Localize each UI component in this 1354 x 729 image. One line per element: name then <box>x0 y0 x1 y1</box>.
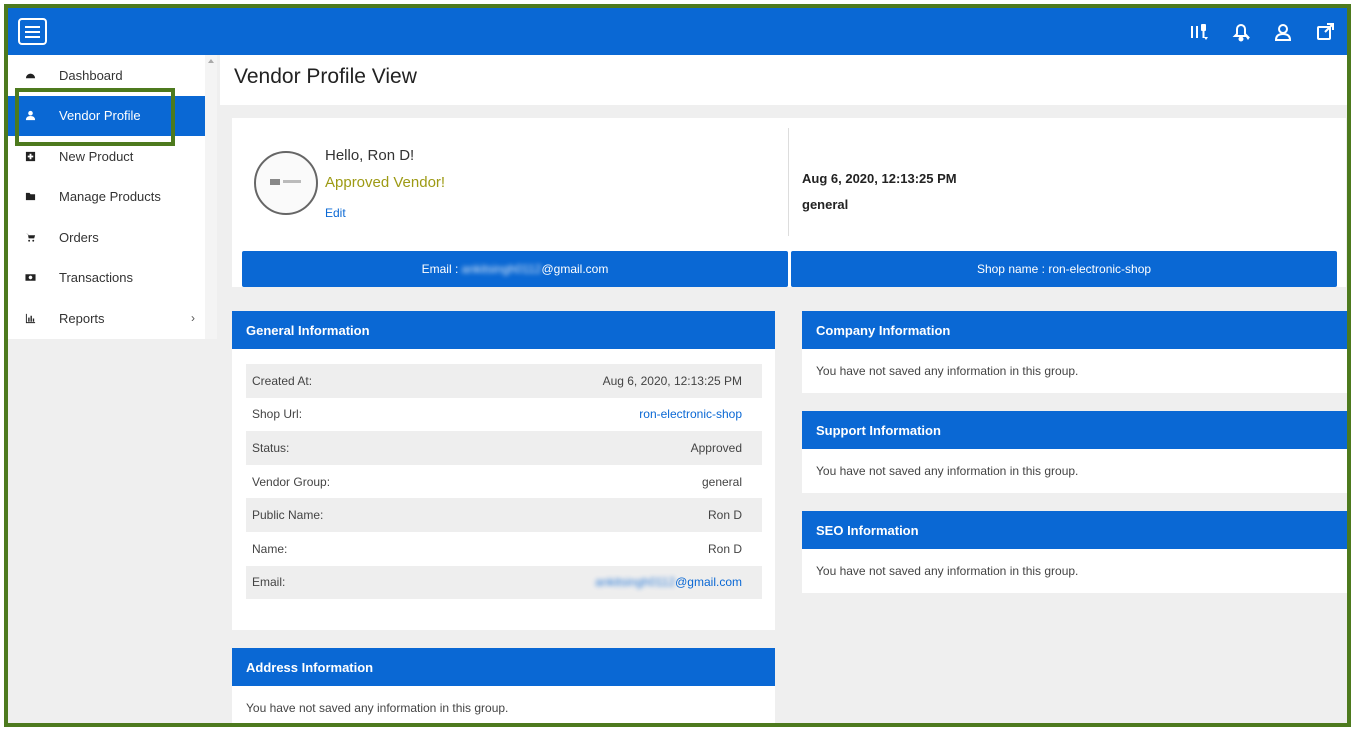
sidebar-item-label: Reports <box>59 310 105 326</box>
shop-name-bar: Shop name : ron-electronic-shop <box>791 251 1337 287</box>
panel-title: Support Information <box>802 411 1347 449</box>
table-row: Vendor Group: general <box>246 465 762 499</box>
row-value: Ron D <box>707 541 742 556</box>
table-row: Shop Url: ron-electronic-shop <box>246 398 762 432</box>
top-navbar <box>8 8 1347 55</box>
sidebar-item-label: Transactions <box>59 270 133 286</box>
app-frame: Dashboard Vendor Profile New Product Man… <box>4 4 1351 727</box>
sidebar-item-label: Orders <box>59 229 99 245</box>
empty-message: You have not saved any information in th… <box>816 464 1079 478</box>
email-domain: @gmail.com <box>675 575 742 590</box>
sidebar: Dashboard Vendor Profile New Product Man… <box>8 55 205 339</box>
table-row: Public Name: Ron D <box>246 498 762 532</box>
divider <box>788 128 789 236</box>
sidebar-item-label: New Product <box>59 148 134 164</box>
row-label: Email: <box>252 575 286 590</box>
profile-group: general <box>802 197 849 212</box>
sidebar-item-label: Dashboard <box>59 67 123 83</box>
sidebar-item-orders[interactable]: Orders <box>8 217 205 258</box>
money-icon <box>24 272 36 284</box>
panel-title: SEO Information <box>802 511 1347 549</box>
shop-url-link[interactable]: ron-electronic-shop <box>639 407 742 421</box>
email-blurred: ankitsingh0112 <box>595 575 676 590</box>
bar-chart-icon <box>24 312 36 324</box>
empty-message: You have not saved any information in th… <box>816 564 1079 578</box>
dashboard-icon <box>24 69 36 81</box>
sidebar-item-label: Vendor Profile <box>59 108 141 124</box>
sidebar-item-reports[interactable]: Reports › <box>8 298 205 339</box>
shop-name: Shop name : ron-electronic-shop <box>976 262 1152 276</box>
profile-card: Hello, Ron D! Approved Vendor! Edit Aug … <box>232 118 1346 287</box>
chevron-right-icon: › <box>191 311 195 326</box>
page-header: Vendor Profile View <box>220 55 1347 105</box>
empty-message: You have not saved any information in th… <box>246 701 509 715</box>
row-label: Created At: <box>252 373 313 388</box>
hamburger-icon[interactable] <box>18 18 47 45</box>
row-value: Aug 6, 2020, 12:13:25 PM <box>602 373 742 388</box>
row-label: Public Name: <box>252 508 324 523</box>
avatar <box>254 151 318 215</box>
profile-date: Aug 6, 2020, 12:13:25 PM <box>802 171 957 186</box>
sidebar-item-manage-products[interactable]: Manage Products <box>8 177 205 218</box>
email-domain: @gmail.com <box>541 262 609 276</box>
folder-icon <box>24 191 36 203</box>
table-row: Created At: Aug 6, 2020, 12:13:25 PM <box>246 364 762 398</box>
notifications-icon[interactable] <box>1229 20 1253 44</box>
row-value: Approved <box>690 440 742 455</box>
panel-title: General Information <box>232 311 775 349</box>
greeting: Hello, Ron D! <box>325 147 415 164</box>
support-info-panel: Support Information You have not saved a… <box>802 411 1347 493</box>
email-prefix: Email : <box>421 262 462 276</box>
user-icon <box>24 110 36 122</box>
row-label: Shop Url: <box>252 407 303 422</box>
sidebar-item-label: Manage Products <box>59 189 161 205</box>
row-value: Ron D <box>707 508 742 523</box>
general-info-panel: General Information Created At: Aug 6, 2… <box>232 311 775 630</box>
top-icons <box>1187 20 1337 44</box>
table-row: Status: Approved <box>246 431 762 465</box>
sidebar-item-new-product[interactable]: New Product <box>8 136 205 177</box>
sidebar-item-dashboard[interactable]: Dashboard <box>8 55 205 96</box>
cart-icon <box>24 231 36 243</box>
seo-info-panel: SEO Information You have not saved any i… <box>802 511 1347 593</box>
sidebar-scrollbar[interactable] <box>205 55 217 339</box>
email-blurred: ankitsingh0112 <box>461 262 542 276</box>
sidebar-item-vendor-profile[interactable]: Vendor Profile <box>8 95 205 136</box>
company-info-panel: Company Information You have not saved a… <box>802 311 1347 393</box>
page-title: Vendor Profile View <box>234 65 417 88</box>
sidebar-item-transactions[interactable]: Transactions <box>8 258 205 299</box>
table-row: Name: Ron D <box>246 532 762 566</box>
row-label: Vendor Group: <box>252 474 331 489</box>
empty-message: You have not saved any information in th… <box>816 364 1079 378</box>
general-info-table: Created At: Aug 6, 2020, 12:13:25 PM Sho… <box>246 364 762 600</box>
row-label: Name: <box>252 541 288 556</box>
email-bar: Email : ankitsingh0112 @gmail.com <box>242 251 788 287</box>
panel-title: Address Information <box>232 648 775 686</box>
address-info-panel: Address Information You have not saved a… <box>232 648 775 723</box>
edit-link[interactable]: Edit <box>325 206 346 220</box>
plus-square-icon <box>24 150 36 162</box>
row-label: Status: <box>252 440 290 455</box>
user-icon[interactable] <box>1271 20 1295 44</box>
vendor-status: Approved Vendor! <box>325 174 446 191</box>
scroll-up-icon[interactable] <box>208 59 214 63</box>
external-link-icon[interactable] <box>1313 20 1337 44</box>
row-value: general <box>701 474 742 489</box>
table-row: Email: ankitsingh0112@gmail.com <box>246 565 762 600</box>
panel-title: Company Information <box>802 311 1347 349</box>
email-link[interactable]: ankitsingh0112@gmail.com <box>595 575 742 589</box>
settings-icon[interactable] <box>1187 20 1211 44</box>
